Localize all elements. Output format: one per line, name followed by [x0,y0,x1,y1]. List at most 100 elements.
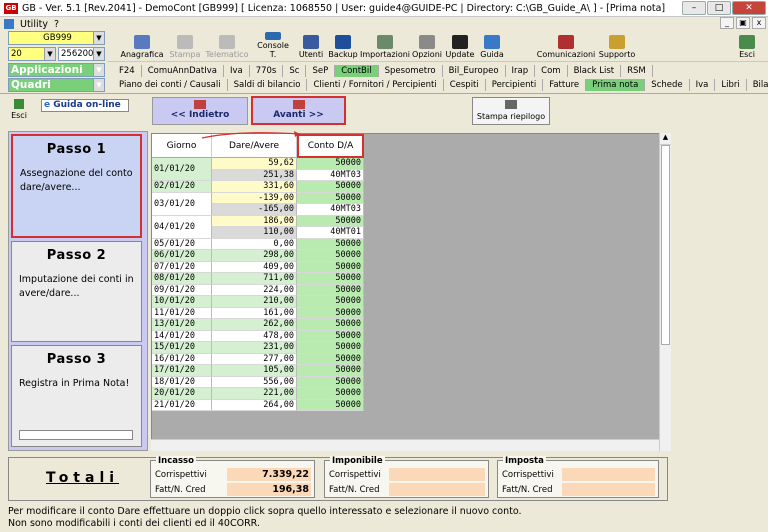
tab-2[interactable]: Iva [224,65,250,77]
stampa-riepilogo-button[interactable]: Stampa riepilogo [472,97,550,125]
mdi-close-icon[interactable]: x [752,17,766,29]
vertical-scrollbar[interactable]: ▲ [659,133,671,451]
cell-conto[interactable]: 50000 [297,215,364,227]
chevron-down-icon[interactable]: ▼ [93,64,104,76]
close-icon[interactable]: ✕ [732,1,766,15]
table-row[interactable]: 10/01/20 210,00 50000 [152,296,364,308]
supporto-button[interactable]: Supporto [598,32,636,60]
table-row[interactable]: 04/01/20 186,00 50000 [152,215,364,239]
cell-conto[interactable]: 50000 [297,181,364,193]
menu-utility[interactable]: Utility [20,19,48,30]
cell-conto[interactable]: 50000 [297,261,364,273]
section-tab-9[interactable]: Libri [715,79,747,91]
table-row[interactable]: 06/01/20 298,00 50000 [152,250,364,262]
cell-conto[interactable]: 50000 [297,238,364,250]
section-tab-3[interactable]: Cespiti [444,79,486,91]
table-row[interactable]: 251,38 40MT03 [152,169,364,181]
stampa-button[interactable]: Stampa [168,32,202,60]
table-row[interactable]: 09/01/20 224,00 50000 [152,284,364,296]
table-row[interactable]: 03/01/20 -139,00 50000 [152,192,364,216]
table-row[interactable]: 02/01/20 331,60 50000 [152,181,364,193]
mdi-restore-icon[interactable]: ▣ [736,17,750,29]
tab-6[interactable]: ContBil [335,65,379,77]
maximize-icon[interactable]: □ [707,1,731,15]
cell-conto[interactable]: 50000 [297,330,364,342]
tab-5[interactable]: SeP [306,65,336,77]
table-row[interactable]: 20/01/20 221,00 50000 [152,388,364,400]
mdi-minimize-icon[interactable]: _ [720,17,734,29]
company-select[interactable]: GB999 ▼ [8,31,105,45]
code-select[interactable]: 256200 - ▼ [58,47,105,61]
table-row[interactable]: 21/01/20 264,00 50000 [152,399,364,411]
table-row[interactable]: 08/01/20 711,00 50000 [152,273,364,285]
table-row[interactable]: 13/01/20 262,00 50000 [152,319,364,331]
cell-conto[interactable]: 40MT03 [297,204,364,216]
section-tab-5[interactable]: Fatture [543,79,587,91]
tab-11[interactable]: Black List [568,65,622,77]
importazioni-button[interactable]: Importazioni [360,32,410,60]
scroll-thumb[interactable] [661,145,670,345]
tab-1[interactable]: ComuAnnDatIva [142,65,224,77]
anagrafica-button[interactable]: Anagrafica [120,32,164,60]
chevron-down-icon[interactable]: ▼ [93,32,104,44]
esci-toolbar-button[interactable]: Esci [734,32,760,60]
cell-conto[interactable]: 50000 [297,158,364,170]
section-tab-8[interactable]: Iva [690,79,716,91]
cell-conto[interactable]: 40MT01 [297,227,364,239]
backup-button[interactable]: Backup [328,32,358,60]
cell-conto[interactable]: 50000 [297,365,364,377]
year-select[interactable]: 20 ▼ [8,47,56,61]
horizontal-scrollbar[interactable] [151,439,659,451]
section-tab-2[interactable]: Clienti / Fornitori / Percipienti [307,79,444,91]
tab-10[interactable]: Com [535,65,568,77]
utenti-button[interactable]: Utenti [297,32,325,60]
comunicazioni-button[interactable]: Comunicazioni [537,32,595,60]
table-row[interactable]: -165,00 40MT03 [152,204,364,216]
indietro-button[interactable]: << Indietro [152,97,248,125]
table-row[interactable]: 18/01/20 556,00 50000 [152,376,364,388]
console-button[interactable]: Console T. [253,32,293,60]
avanti-button[interactable]: Avanti >> [251,96,346,125]
section-tab-1[interactable]: Saldi di bilancio [228,79,308,91]
cell-conto[interactable]: 50000 [297,388,364,400]
cell-conto[interactable]: 40MT03 [297,169,364,181]
cell-conto[interactable]: 50000 [297,296,364,308]
tab-3[interactable]: 770s [250,65,284,77]
quadri-select[interactable]: Quadri ▼ [8,78,105,92]
cell-conto[interactable]: 50000 [297,273,364,285]
section-tab-4[interactable]: Percipienti [486,79,544,91]
table-row[interactable]: 110,00 40MT01 [152,227,364,239]
chevron-down-icon[interactable]: ▼ [44,48,55,60]
update-button[interactable]: Update [445,32,475,60]
cell-conto[interactable]: 50000 [297,192,364,204]
applicazioni-select[interactable]: Applicazioni ▼ [8,63,105,77]
tab-0[interactable]: F24 [113,65,142,77]
cell-conto[interactable]: 50000 [297,376,364,388]
table-row[interactable]: 17/01/20 105,00 50000 [152,365,364,377]
tab-4[interactable]: Sc [283,65,307,77]
chevron-down-icon[interactable]: ▼ [93,79,104,91]
section-tab-10[interactable]: Bilancio [747,79,768,91]
telematico-button[interactable]: Telematico [205,32,249,60]
section-tab-0[interactable]: Piano dei conti / Causali [113,79,228,91]
table-row[interactable]: 15/01/20 231,00 50000 [152,342,364,354]
cell-conto[interactable]: 50000 [297,399,364,411]
cell-conto[interactable]: 50000 [297,342,364,354]
table-row[interactable]: 01/01/20 59,62 50000 [152,158,364,181]
chevron-down-icon[interactable]: ▼ [93,48,104,60]
app-menu-icon[interactable] [4,19,14,29]
cell-conto[interactable]: 50000 [297,284,364,296]
tab-12[interactable]: RSM [621,65,653,77]
menu-help[interactable]: ? [54,19,59,30]
table-row[interactable]: 11/01/20 161,00 50000 [152,307,364,319]
tab-9[interactable]: Irap [506,65,536,77]
cell-conto[interactable]: 50000 [297,319,364,331]
section-tab-7[interactable]: Schede [645,79,690,91]
cell-conto[interactable]: 50000 [297,353,364,365]
table-row[interactable]: 14/01/20 478,00 50000 [152,330,364,342]
table-row[interactable]: 16/01/20 277,00 50000 [152,353,364,365]
opzioni-button[interactable]: Opzioni [412,32,442,60]
guida-online-button[interactable]: e Guida on-line [41,99,129,112]
minimize-icon[interactable]: – [682,1,706,15]
section-tab-6[interactable]: Prima nota [586,79,646,91]
